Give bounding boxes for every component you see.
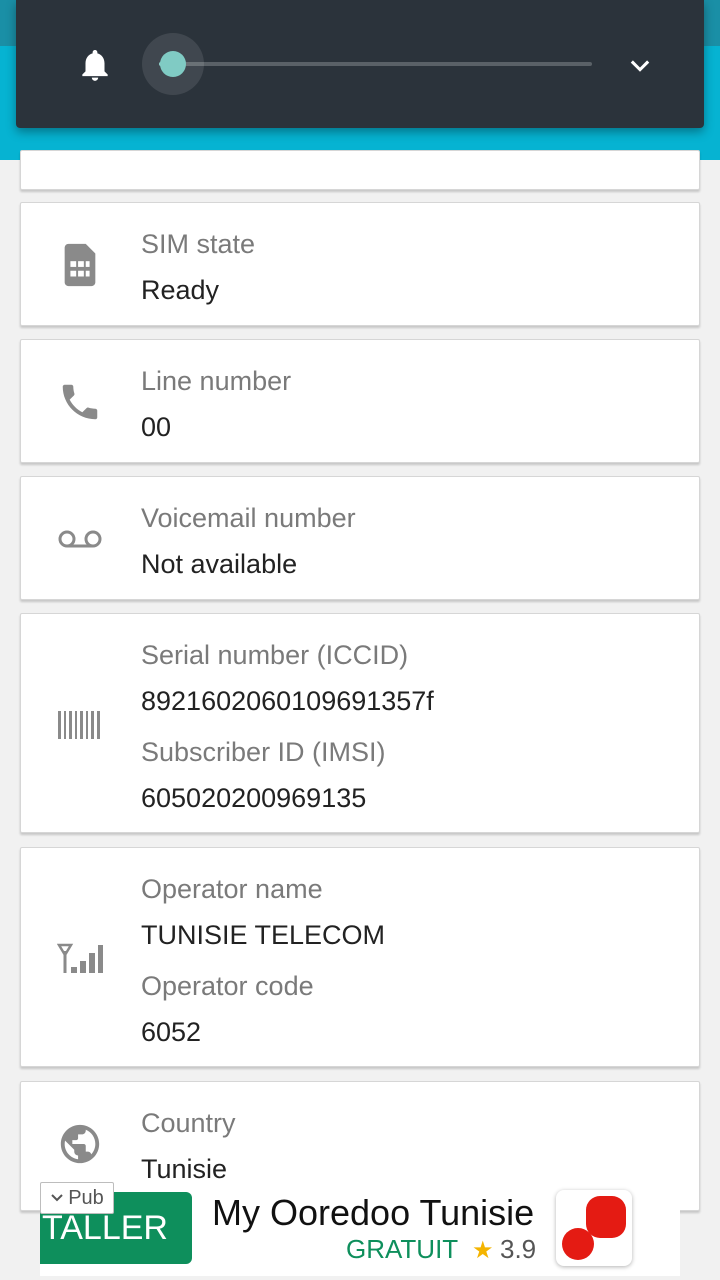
operator-code-label: Operator code: [141, 971, 314, 1001]
star-icon: ★: [472, 1237, 494, 1264]
serial-card: Serial number (ICCID) 892160206010969135…: [20, 613, 700, 833]
operator-name-label: Operator name: [141, 874, 323, 904]
barcode-icon: [55, 700, 105, 750]
voicemail-label: Voicemail number: [141, 503, 356, 533]
iccid-value: 8921602060109691357f: [141, 686, 434, 716]
volume-slider[interactable]: [159, 62, 592, 66]
sim-state-value: Ready: [141, 275, 220, 305]
voicemail-card: Voicemail number Not available: [20, 476, 700, 600]
globe-icon: [55, 1119, 105, 1169]
ad-badge-label: Pub: [68, 1187, 104, 1209]
ad-banner[interactable]: TALLER Pub My Ooredoo Tunisie GRATUIT ★ …: [40, 1180, 680, 1276]
ooredoo-logo-icon[interactable]: [556, 1190, 632, 1266]
iccid-label: Serial number (ICCID): [141, 640, 409, 670]
chevron-down-icon: [51, 1194, 63, 1202]
line-number-card: Line number 00: [20, 339, 700, 463]
operator-name-value: TUNISIE TELECOM: [141, 920, 386, 950]
chevron-down-icon[interactable]: [626, 51, 654, 79]
ad-price: GRATUIT: [346, 1234, 459, 1264]
line-number-value: 00: [141, 412, 172, 442]
country-label: Country: [141, 1108, 236, 1138]
phone-icon: [55, 377, 105, 427]
line-number-label: Line number: [141, 366, 292, 396]
sim-state-card: SIM state Ready: [20, 202, 700, 326]
ad-title[interactable]: My Ooredoo Tunisie: [212, 1192, 534, 1234]
ad-choices-badge[interactable]: Pub: [40, 1182, 114, 1214]
voicemail-value: Not available: [141, 549, 298, 579]
ad-rating: 3.9: [500, 1234, 537, 1264]
bell-icon[interactable]: [76, 44, 114, 86]
imsi-label: Subscriber ID (IMSI): [141, 737, 386, 767]
imsi-value: 605020200969135: [141, 783, 367, 813]
operator-card: Operator name TUNISIE TELECOM Operator c…: [20, 847, 700, 1067]
voicemail-icon: [55, 514, 105, 564]
signal-icon: [55, 934, 105, 984]
operator-code-value: 6052: [141, 1017, 202, 1047]
sim-card-icon: [55, 240, 105, 290]
sim-state-label: SIM state: [141, 229, 256, 259]
info-card-partial: [20, 150, 700, 190]
